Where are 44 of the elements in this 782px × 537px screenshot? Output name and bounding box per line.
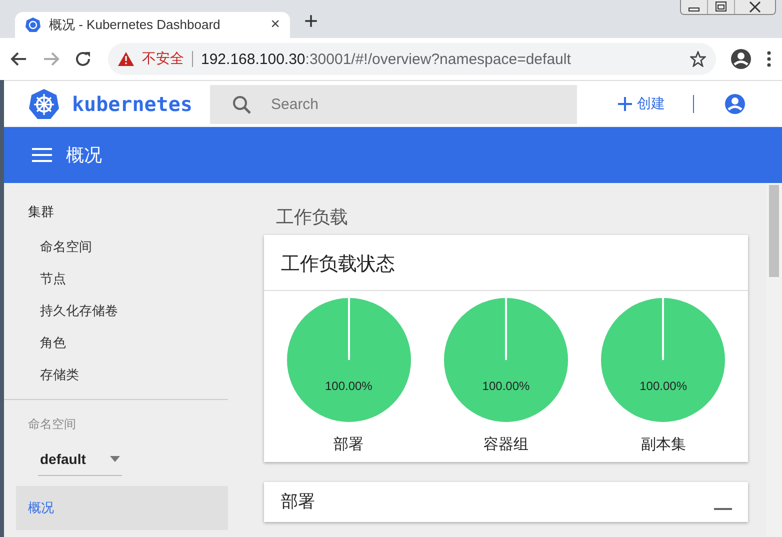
star-icon[interactable] <box>690 51 706 67</box>
new-tab-button[interactable]: + <box>304 10 318 38</box>
create-button[interactable]: 创建 <box>617 95 665 113</box>
tab-title: 概况 - Kubernetes Dashboard <box>49 16 222 34</box>
back-icon[interactable] <box>10 50 28 68</box>
menu-icon <box>32 148 52 162</box>
reload-icon[interactable] <box>74 50 92 68</box>
section-heading: 工作负载 <box>276 206 349 229</box>
menu-button[interactable] <box>32 148 52 162</box>
pie-label: 部署 <box>334 435 364 454</box>
percentage-label: 100.00% <box>481 379 531 393</box>
sidebar-item[interactable]: 角色 <box>40 331 66 355</box>
sidebar-item[interactable]: 命名空间 <box>40 235 92 259</box>
plus-icon <box>617 96 633 112</box>
account-icon[interactable] <box>724 93 746 115</box>
percentage-label: 100.00% <box>324 379 374 393</box>
page-title: 概况 <box>66 144 102 167</box>
namespace-label: 命名空间 <box>28 416 77 433</box>
sidebar-item[interactable]: 持久化存储卷 <box>40 299 118 323</box>
search-field[interactable]: Search <box>210 84 577 124</box>
percentage-label: 100.00% <box>638 379 688 393</box>
card-title: 工作负载状态 <box>264 235 748 291</box>
sidebar-item[interactable]: 节点 <box>40 267 66 291</box>
pie-label: 容器组 <box>483 435 528 454</box>
scrollbar-thumb[interactable] <box>769 185 779 277</box>
browser-tab[interactable]: 概况 - Kubernetes Dashboard × <box>15 12 290 38</box>
url-text: 192.168.100.30:30001/#!/overview?namespace=default <box>201 50 572 68</box>
sidebar-item[interactable]: 存储类 <box>40 363 79 387</box>
address-bar[interactable]: 不安全 192.168.100.30:30001/#!/overview?namespace=default <box>108 43 716 75</box>
account-icon[interactable] <box>730 48 752 70</box>
caret-icon <box>110 456 120 462</box>
pie-label: 副本集 <box>640 435 686 454</box>
helm-icon <box>25 17 41 33</box>
search-icon <box>232 94 252 114</box>
card-title: 部署 <box>281 491 315 513</box>
more-icon[interactable] <box>766 50 772 68</box>
helm-wheel-icon <box>28 88 60 120</box>
close-tab-button[interactable]: × <box>270 16 280 34</box>
sidebar-item[interactable]: 概况 <box>16 486 228 530</box>
warning-icon <box>118 52 134 66</box>
section-title: 集群 <box>28 203 55 221</box>
logo-text: kubernetes <box>72 92 192 116</box>
namespace-dropdown[interactable]: default <box>38 447 122 476</box>
security-label[interactable]: 不安全 <box>142 50 184 68</box>
